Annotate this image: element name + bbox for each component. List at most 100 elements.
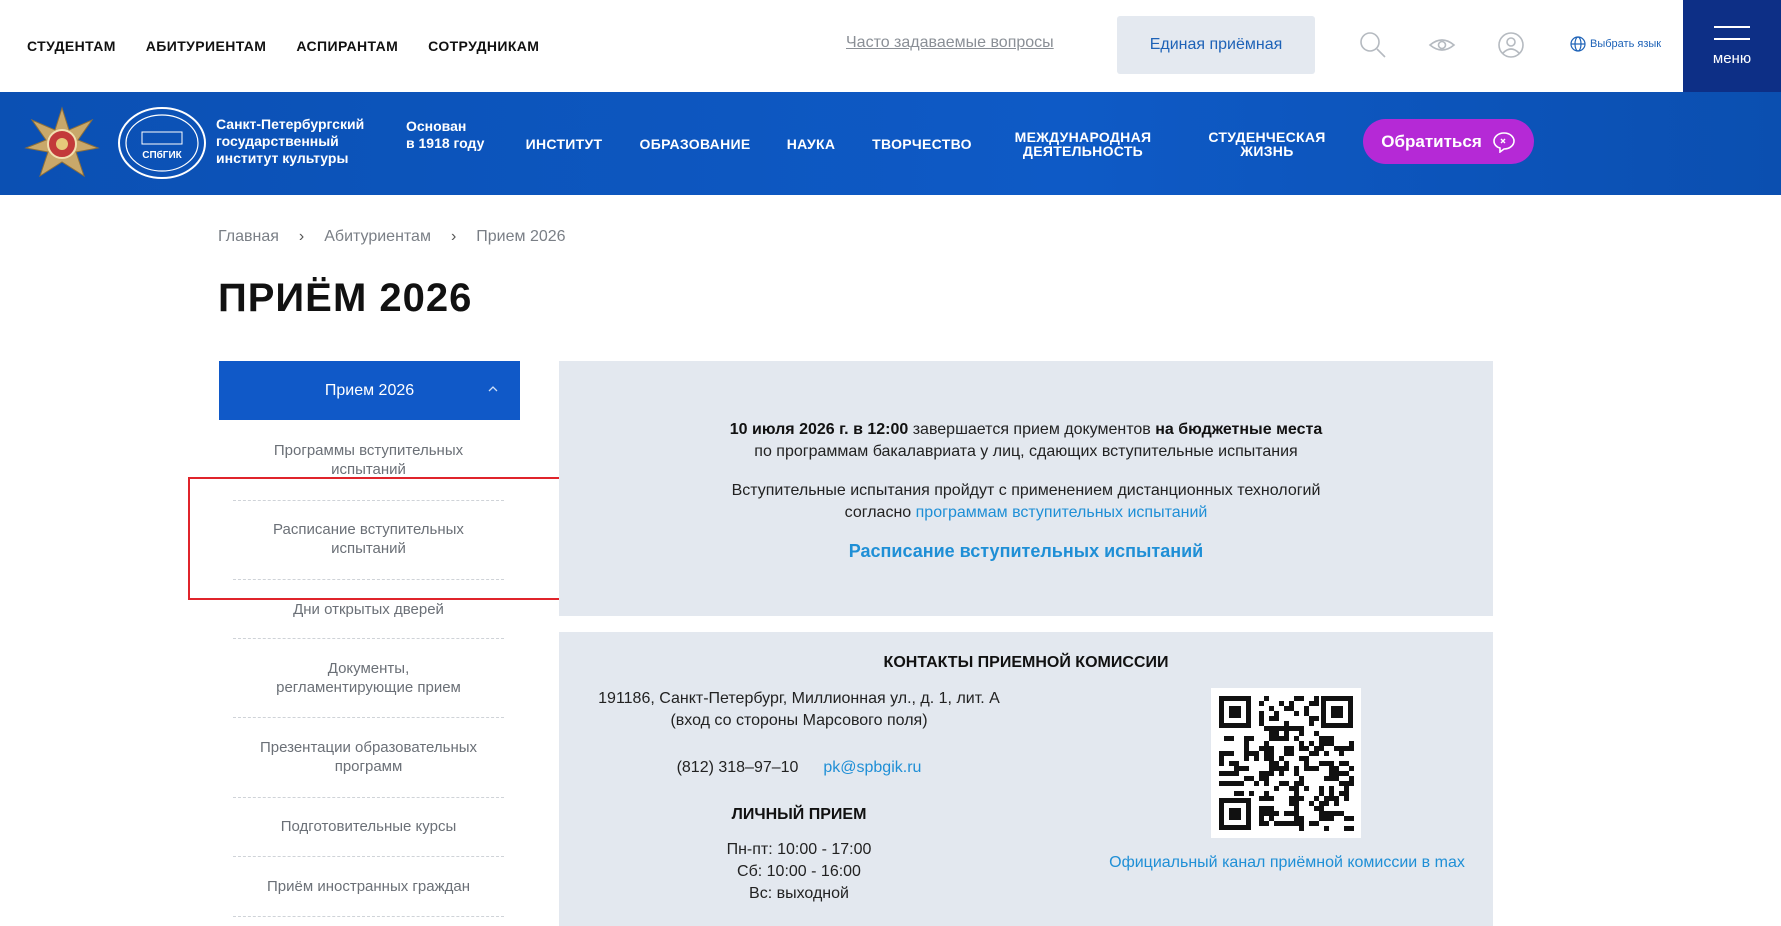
chevron-up-icon [488, 386, 498, 392]
unified-reception-button[interactable]: Единая приёмная [1117, 16, 1315, 74]
nav-label: СТУДЕНЧЕСКАЯ [1208, 128, 1326, 145]
sidebar-active-section[interactable]: Прием 2026 [219, 361, 520, 420]
institute-logo-icon[interactable]: СПбГИК [117, 106, 207, 180]
hours-line: Пн-пт: 10:00 - 17:00 [726, 841, 872, 858]
breadcrumb-current: Прием 2026 [476, 228, 566, 245]
notice-text: согласно [844, 504, 916, 521]
language-selector[interactable]: Выбрать язык [1570, 36, 1661, 52]
institute-name-line: институт культуры [216, 150, 349, 166]
top-nav-applicants[interactable]: АБИТУРИЕНТАМ [146, 38, 267, 54]
highlight-box [188, 477, 578, 600]
sidebar-item-label: Дни открытых дверей [293, 600, 444, 618]
divider [233, 638, 504, 639]
sidebar-item-label: регламентирующие прием [276, 679, 461, 696]
qr-code-icon[interactable] [1211, 688, 1361, 838]
notice-line-3: Вступительные испытания пройдут с примен… [731, 482, 1321, 499]
contacts-address: 191186, Санкт-Петербург, Миллионная ул.,… [589, 688, 1009, 732]
top-nav-employees[interactable]: СОТРУДНИКАМ [428, 38, 539, 54]
sidebar-active-label: Прием 2026 [324, 381, 415, 399]
max-channel-link[interactable]: Официальный канал приёмной комиссии в ma… [1097, 854, 1477, 872]
top-nav-postgraduates[interactable]: АСПИРАНТАМ [296, 38, 398, 54]
contacts-title: КОНТАКТЫ ПРИЕМНОЙ КОМИССИИ [883, 654, 1169, 671]
main-header: СПбГИК Санкт-Петербургский государственн… [0, 92, 1781, 195]
notice-date: 10 июля 2026 г. в 12:00 [729, 421, 909, 438]
email-link[interactable]: pk@spbgik.ru [823, 759, 921, 776]
sidebar-item-foreign-citizens[interactable]: Приём иностранных граждан [233, 875, 504, 897]
sidebar-item-open-days[interactable]: Дни открытых дверей [233, 598, 504, 620]
sidebar-item-regulations[interactable]: Документы, регламентирующие прием [233, 657, 504, 699]
notice-line-1: 10 июля 2026 г. в 12:00 завершается прие… [559, 419, 1493, 441]
notice-text: завершается прием документов [908, 421, 1156, 438]
hours-line: Сб: 10:00 - 16:00 [737, 863, 861, 880]
top-nav: СТУДЕНТАМ АБИТУРИЕНТАМ АСПИРАНТАМ СОТРУД… [27, 38, 569, 54]
hours-line: Вс: выходной [749, 885, 849, 902]
chat-bubble-icon [1492, 131, 1515, 153]
sidebar-item-label: Приём иностранных граждан [267, 877, 470, 895]
divider [233, 717, 504, 718]
nav-label: ОБРАЗОВАНИЕ [639, 135, 751, 152]
address-line: (вход со стороны Марсового поля) [670, 712, 928, 729]
nav-label: ТВОРЧЕСТВО [872, 135, 972, 152]
sidebar-item-label: Документы, [327, 660, 410, 677]
sidebar-item-exam-programs[interactable]: Программы вступительных испытаний [233, 438, 504, 482]
user-icon[interactable] [1496, 30, 1526, 60]
exam-programs-link[interactable]: программам вступительных испытаний [916, 504, 1208, 521]
notice-line-4: согласно программам вступительных испыта… [559, 502, 1493, 524]
contact-button[interactable]: Обратиться [1363, 119, 1534, 164]
reception-hours: Пн-пт: 10:00 - 17:00 Сб: 10:00 - 16:00 В… [589, 839, 1009, 905]
contacts-phone-email: (812) 318–97–10 pk@spbgik.ru [589, 757, 1009, 779]
sidebar-item-prep-courses[interactable]: Подготовительные курсы [233, 815, 504, 837]
page-title: ПРИЁМ 2026 [218, 276, 473, 320]
nav-international[interactable]: МЕЖДУНАРОДНАЯ ДЕЯТЕЛЬНОСТЬ [1010, 92, 1156, 195]
sidebar-item-label: Подготовительные курсы [280, 817, 457, 835]
sidebar-item-label: программ [334, 758, 403, 775]
chevron-right-icon: › [298, 228, 305, 245]
menu-label: меню [1712, 49, 1752, 67]
nav-label: ИНСТИТУТ [525, 135, 603, 152]
founded-label: Основан в 1918 году [406, 118, 506, 152]
personal-reception-title: ЛИЧНЫЙ ПРИЕМ [731, 806, 867, 823]
sidebar-item-label: Презентации образовательных [259, 739, 478, 756]
nav-label: ЖИЗНЬ [1240, 142, 1294, 159]
nav-label: МЕЖДУНАРОДНАЯ [1014, 128, 1152, 145]
contacts-panel: КОНТАКТЫ ПРИЕМНОЙ КОМИССИИ 191186, Санкт… [559, 632, 1493, 926]
institute-name[interactable]: Санкт-Петербургский государственный инст… [216, 116, 386, 167]
institute-name-line: Санкт-Петербургский [216, 116, 365, 132]
nav-creativity[interactable]: ТВОРЧЕСТВО [872, 92, 972, 195]
menu-button[interactable]: меню [1683, 0, 1781, 92]
nav-label: НАУКА [786, 135, 836, 152]
sidebar-item-presentations[interactable]: Презентации образовательных программ [233, 736, 504, 778]
top-bar: СТУДЕНТАМ АБИТУРИЕНТАМ АСПИРАНТАМ СОТРУД… [0, 0, 1781, 92]
founded-line: Основан [406, 118, 467, 134]
address-line: 191186, Санкт-Петербург, Миллионная ул.,… [598, 690, 1000, 707]
notice-budget: на бюджетные места [1155, 421, 1323, 438]
faq-link[interactable]: Часто задаваемые вопросы [846, 34, 1054, 52]
logo-text: СПбГИК [142, 149, 182, 161]
breadcrumb-applicants[interactable]: Абитуриентам [324, 228, 431, 246]
language-label: Выбрать язык [1590, 38, 1662, 50]
breadcrumb-home[interactable]: Главная [218, 228, 279, 246]
top-nav-students[interactable]: СТУДЕНТАМ [27, 38, 116, 54]
phone-number: (812) 318–97–10 [676, 759, 799, 776]
exam-schedule-link[interactable]: Расписание вступительных испытаний [559, 541, 1493, 562]
notice-line-2: по программам бакалавриата у лиц, сдающи… [754, 443, 1298, 460]
admission-notice-panel: 10 июля 2026 г. в 12:00 завершается прие… [559, 361, 1493, 616]
sidebar-item-label: Программы вступительных [273, 442, 464, 459]
nav-education[interactable]: ОБРАЗОВАНИЕ [639, 92, 751, 195]
eye-icon[interactable] [1427, 30, 1457, 60]
search-icon[interactable] [1358, 30, 1388, 60]
nav-institute[interactable]: ИНСТИТУТ [522, 92, 606, 195]
nav-label: ДЕЯТЕЛЬНОСТЬ [1022, 142, 1144, 159]
divider [233, 916, 504, 917]
nav-student-life[interactable]: СТУДЕНЧЕСКАЯ ЖИЗНЬ [1200, 92, 1334, 195]
founded-line: в 1918 году [406, 135, 485, 151]
nav-science[interactable]: НАУКА [784, 92, 838, 195]
institute-name-line: государственный [216, 133, 339, 149]
divider [233, 797, 504, 798]
divider [233, 856, 504, 857]
globe-icon [1570, 36, 1586, 52]
breadcrumb: Главная › Абитуриентам › Прием 2026 [218, 228, 566, 246]
order-star-emblem-icon [24, 106, 100, 178]
contact-button-label: Обратиться [1381, 131, 1482, 151]
chevron-right-icon: › [450, 228, 457, 245]
